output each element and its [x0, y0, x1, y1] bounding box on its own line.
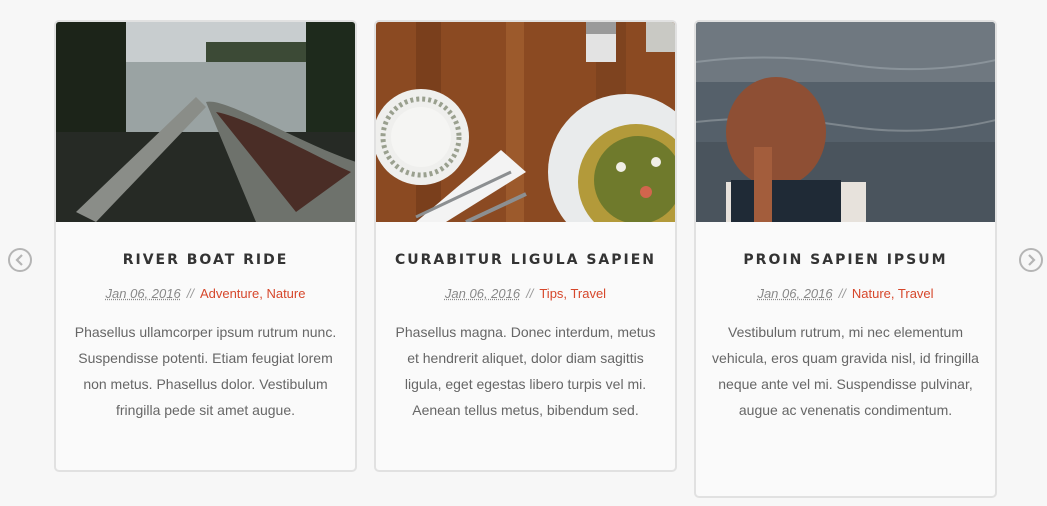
post-image-pizza[interactable] — [376, 22, 675, 222]
category-link-tips[interactable]: Tips — [539, 286, 563, 301]
chevron-right-icon — [1028, 254, 1036, 266]
post-carousel: RIVER BOAT RIDE Jan 06, 2016 // Adventure,… — [0, 0, 1047, 506]
category-delimiter: , — [563, 286, 568, 301]
post-excerpt: Vestibulum rutrum, mi nec elementum vehi… — [712, 324, 979, 418]
meta-separator: // — [186, 286, 194, 301]
category-delimiter: , — [890, 286, 895, 301]
category-link-travel[interactable]: Travel — [898, 286, 934, 301]
post-date[interactable]: Jan 06, 2016 — [106, 286, 181, 301]
category-link-nature[interactable]: Nature — [266, 286, 305, 301]
carousel-prev-button[interactable] — [8, 248, 32, 272]
post-date[interactable]: Jan 06, 2016 — [445, 286, 520, 301]
post-card: RIVER BOAT RIDE Jan 06, 2016 // Adventure,… — [54, 20, 357, 472]
post-image-canoes[interactable] — [56, 22, 355, 222]
carousel-next-button[interactable] — [1019, 248, 1043, 272]
category-link-travel[interactable]: Travel — [570, 286, 606, 301]
chevron-left-icon — [15, 254, 23, 266]
post-card: CURABITUR LIGULA SAPIEN Jan 06, 2016 // Ti… — [374, 20, 677, 472]
category-link-adventure[interactable]: Adventure — [200, 286, 259, 301]
post-meta: Jan 06, 2016 // Nature, Travel — [696, 286, 995, 301]
post-title[interactable]: PROIN SAPIEN IPSUM — [696, 252, 995, 268]
meta-separator: // — [838, 286, 846, 301]
meta-separator: // — [526, 286, 534, 301]
post-excerpt: Phasellus magna. Donec interdum, metus e… — [395, 324, 656, 418]
post-title[interactable]: CURABITUR LIGULA SAPIEN — [376, 252, 675, 268]
post-date[interactable]: Jan 06, 2016 — [757, 286, 832, 301]
post-title[interactable]: RIVER BOAT RIDE — [56, 252, 355, 268]
category-link-nature[interactable]: Nature — [852, 286, 891, 301]
post-card: PROIN SAPIEN IPSUM Jan 06, 2016 // Nature,… — [694, 20, 997, 498]
post-excerpt: Phasellus ullamcorper ipsum rutrum nunc.… — [74, 324, 337, 418]
post-meta: Jan 06, 2016 // Adventure, Nature — [56, 286, 355, 301]
category-delimiter: , — [259, 286, 263, 301]
post-meta: Jan 06, 2016 // Tips, Travel — [376, 286, 675, 301]
post-image-girl-lake[interactable] — [696, 22, 995, 222]
